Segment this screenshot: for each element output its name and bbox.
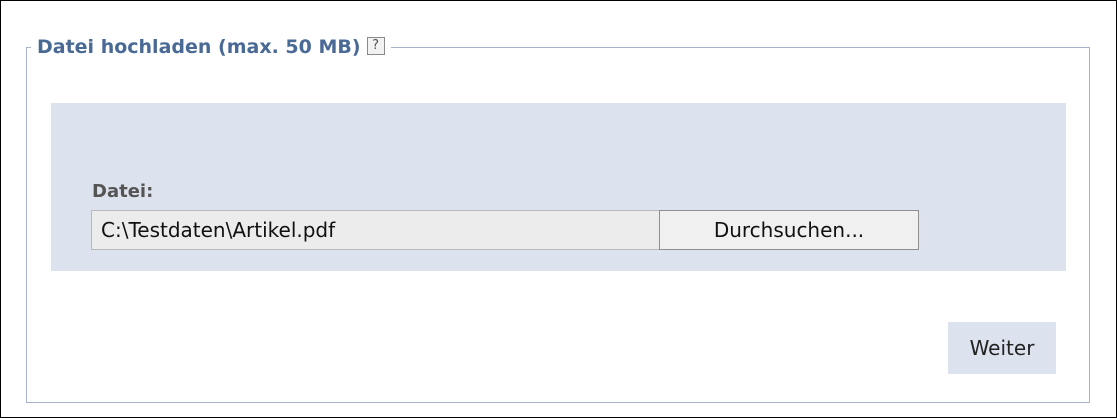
help-icon[interactable]: ? — [366, 37, 385, 55]
page-frame: Datei hochladen (max. 50 MB) ? Datei: C:… — [0, 0, 1117, 418]
file-path-field[interactable]: C:\Testdaten\Artikel.pdf — [91, 210, 659, 250]
next-button[interactable]: Weiter — [948, 322, 1056, 374]
upload-legend-text: Datei hochladen (max. 50 MB) — [37, 36, 361, 58]
upload-panel: Datei: C:\Testdaten\Artikel.pdf Durchsuc… — [51, 103, 1066, 271]
file-label: Datei: — [92, 181, 154, 202]
upload-legend: Datei hochladen (max. 50 MB) ? — [31, 34, 391, 60]
browse-button[interactable]: Durchsuchen... — [659, 210, 919, 250]
